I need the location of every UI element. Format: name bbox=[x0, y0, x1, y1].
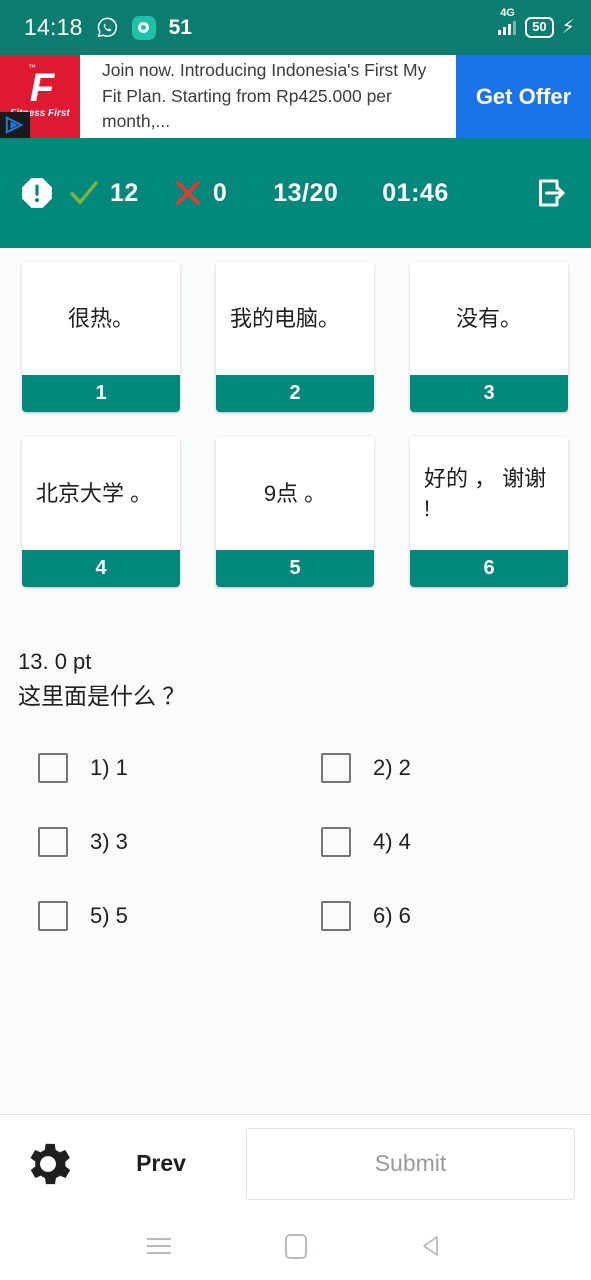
option-checkbox[interactable] bbox=[38, 752, 68, 783]
option-row[interactable]: 4) 4 bbox=[321, 826, 591, 857]
answer-card-number: 6 bbox=[410, 550, 568, 587]
question-block: 13. 0 pt 这里面是什么 ？ bbox=[0, 587, 591, 715]
option-row[interactable]: 1) 1 bbox=[38, 752, 321, 783]
ad-text-area[interactable]: Join now. Introducing Indonesia's First … bbox=[80, 55, 456, 138]
ad-brand-logo: ™ F Fitness First bbox=[0, 55, 80, 138]
notification-count: 51 bbox=[168, 15, 192, 39]
quiz-header-bar: 12 0 13/20 01:46 bbox=[0, 138, 591, 248]
answer-card-number: 4 bbox=[22, 550, 180, 587]
trademark-symbol: ™ bbox=[28, 63, 36, 72]
option-label: 2) 2 bbox=[373, 754, 411, 780]
wrong-stat: 0 bbox=[173, 178, 227, 208]
alert-octagon-icon[interactable] bbox=[20, 176, 54, 210]
question-points: 13. 0 pt bbox=[18, 649, 92, 674]
prev-button[interactable]: Prev bbox=[76, 1150, 246, 1177]
answer-card-number: 2 bbox=[216, 375, 374, 412]
answer-card-text: 没有。 bbox=[455, 305, 522, 331]
option-checkbox[interactable] bbox=[321, 826, 351, 857]
whatsapp-icon bbox=[96, 16, 119, 39]
option-checkbox[interactable] bbox=[38, 826, 68, 857]
bottom-action-bar: Prev Submit bbox=[0, 1114, 591, 1212]
option-checkbox[interactable] bbox=[321, 900, 351, 931]
question-text: 这里面是什么 ？ bbox=[18, 683, 186, 710]
answer-card-text: 很热。 bbox=[67, 305, 134, 331]
gear-icon[interactable] bbox=[20, 1136, 76, 1192]
status-bar: 14:18 51 4G 50 ⚡ bbox=[0, 0, 591, 55]
exit-icon[interactable] bbox=[533, 175, 569, 211]
answer-card-number: 3 bbox=[410, 375, 568, 412]
question-progress: 13/20 bbox=[273, 178, 339, 207]
answer-card-text: 好的 ， 谢谢 ! bbox=[424, 465, 547, 521]
network-label: 4G bbox=[500, 6, 515, 19]
answer-card[interactable]: 9点 。 5 bbox=[216, 437, 374, 587]
quiz-timer: 01:46 bbox=[382, 178, 449, 207]
battery-icon: 50 bbox=[525, 17, 554, 38]
adchoices-icon[interactable] bbox=[0, 112, 30, 138]
signal-icon: 4G bbox=[498, 7, 517, 35]
answer-card-text: 我的电脑。 bbox=[230, 305, 341, 331]
ad-description: Join now. Introducing Indonesia's First … bbox=[102, 60, 427, 132]
back-icon[interactable] bbox=[416, 1229, 450, 1263]
answer-options: 1) 1 2) 2 3) 3 4) 4 5) 5 6) 6 bbox=[0, 715, 591, 931]
option-row[interactable]: 5) 5 bbox=[38, 900, 321, 931]
answer-card-number: 1 bbox=[22, 375, 180, 412]
option-row[interactable]: 6) 6 bbox=[321, 900, 591, 931]
answer-card-text: 北京大学 。 bbox=[36, 480, 153, 506]
correct-stat: 12 bbox=[68, 177, 139, 209]
recent-apps-icon[interactable] bbox=[142, 1229, 176, 1263]
quiz-content: 很热。 1 我的电脑。 2 没有。 3 北京大学 。 4 9点 。 5 好的 ，… bbox=[0, 248, 591, 1114]
answer-card-number: 5 bbox=[216, 550, 374, 587]
answer-card-text: 9点 。 bbox=[263, 480, 327, 506]
get-offer-button[interactable]: Get Offer bbox=[456, 55, 591, 138]
ad-banner[interactable]: ™ F Fitness First Join now. Introducing … bbox=[0, 55, 591, 138]
answer-card[interactable]: 好的 ， 谢谢 ! 6 bbox=[410, 437, 568, 587]
cross-icon bbox=[175, 181, 200, 205]
brand-mark: F bbox=[29, 66, 55, 110]
status-time: 14:18 bbox=[24, 14, 83, 40]
message-icon bbox=[131, 15, 156, 40]
wrong-count: 0 bbox=[212, 178, 228, 207]
option-label: 1) 1 bbox=[90, 754, 128, 780]
home-icon[interactable] bbox=[279, 1229, 313, 1263]
option-label: 3) 3 bbox=[90, 828, 128, 854]
quiz-stats: 12 0 13/20 01:46 bbox=[54, 177, 533, 209]
option-checkbox[interactable] bbox=[321, 752, 351, 783]
option-label: 5) 5 bbox=[90, 902, 128, 928]
answer-card[interactable]: 很热。 1 bbox=[22, 262, 180, 412]
option-label: 6) 6 bbox=[373, 902, 411, 928]
option-row[interactable]: 3) 3 bbox=[38, 826, 321, 857]
status-bar-left: 14:18 51 bbox=[24, 14, 192, 41]
option-checkbox[interactable] bbox=[38, 900, 68, 931]
check-icon bbox=[70, 181, 98, 205]
status-bar-right: 4G 50 ⚡ bbox=[498, 7, 575, 38]
app-screen: 14:18 51 4G 50 ⚡ ™ F Fitness First Join … bbox=[0, 0, 591, 1280]
android-nav-bar bbox=[0, 1212, 591, 1280]
answer-card[interactable]: 北京大学 。 4 bbox=[22, 437, 180, 587]
correct-count: 12 bbox=[110, 178, 139, 207]
answer-card[interactable]: 没有。 3 bbox=[410, 262, 568, 412]
submit-button[interactable]: Submit bbox=[246, 1127, 575, 1200]
option-label: 4) 4 bbox=[373, 828, 411, 854]
answer-card-grid: 很热。 1 我的电脑。 2 没有。 3 北京大学 。 4 9点 。 5 好的 ，… bbox=[0, 248, 591, 587]
answer-card[interactable]: 我的电脑。 2 bbox=[216, 262, 374, 412]
charging-bolt-icon: ⚡ bbox=[561, 16, 575, 38]
option-row[interactable]: 2) 2 bbox=[321, 752, 591, 783]
